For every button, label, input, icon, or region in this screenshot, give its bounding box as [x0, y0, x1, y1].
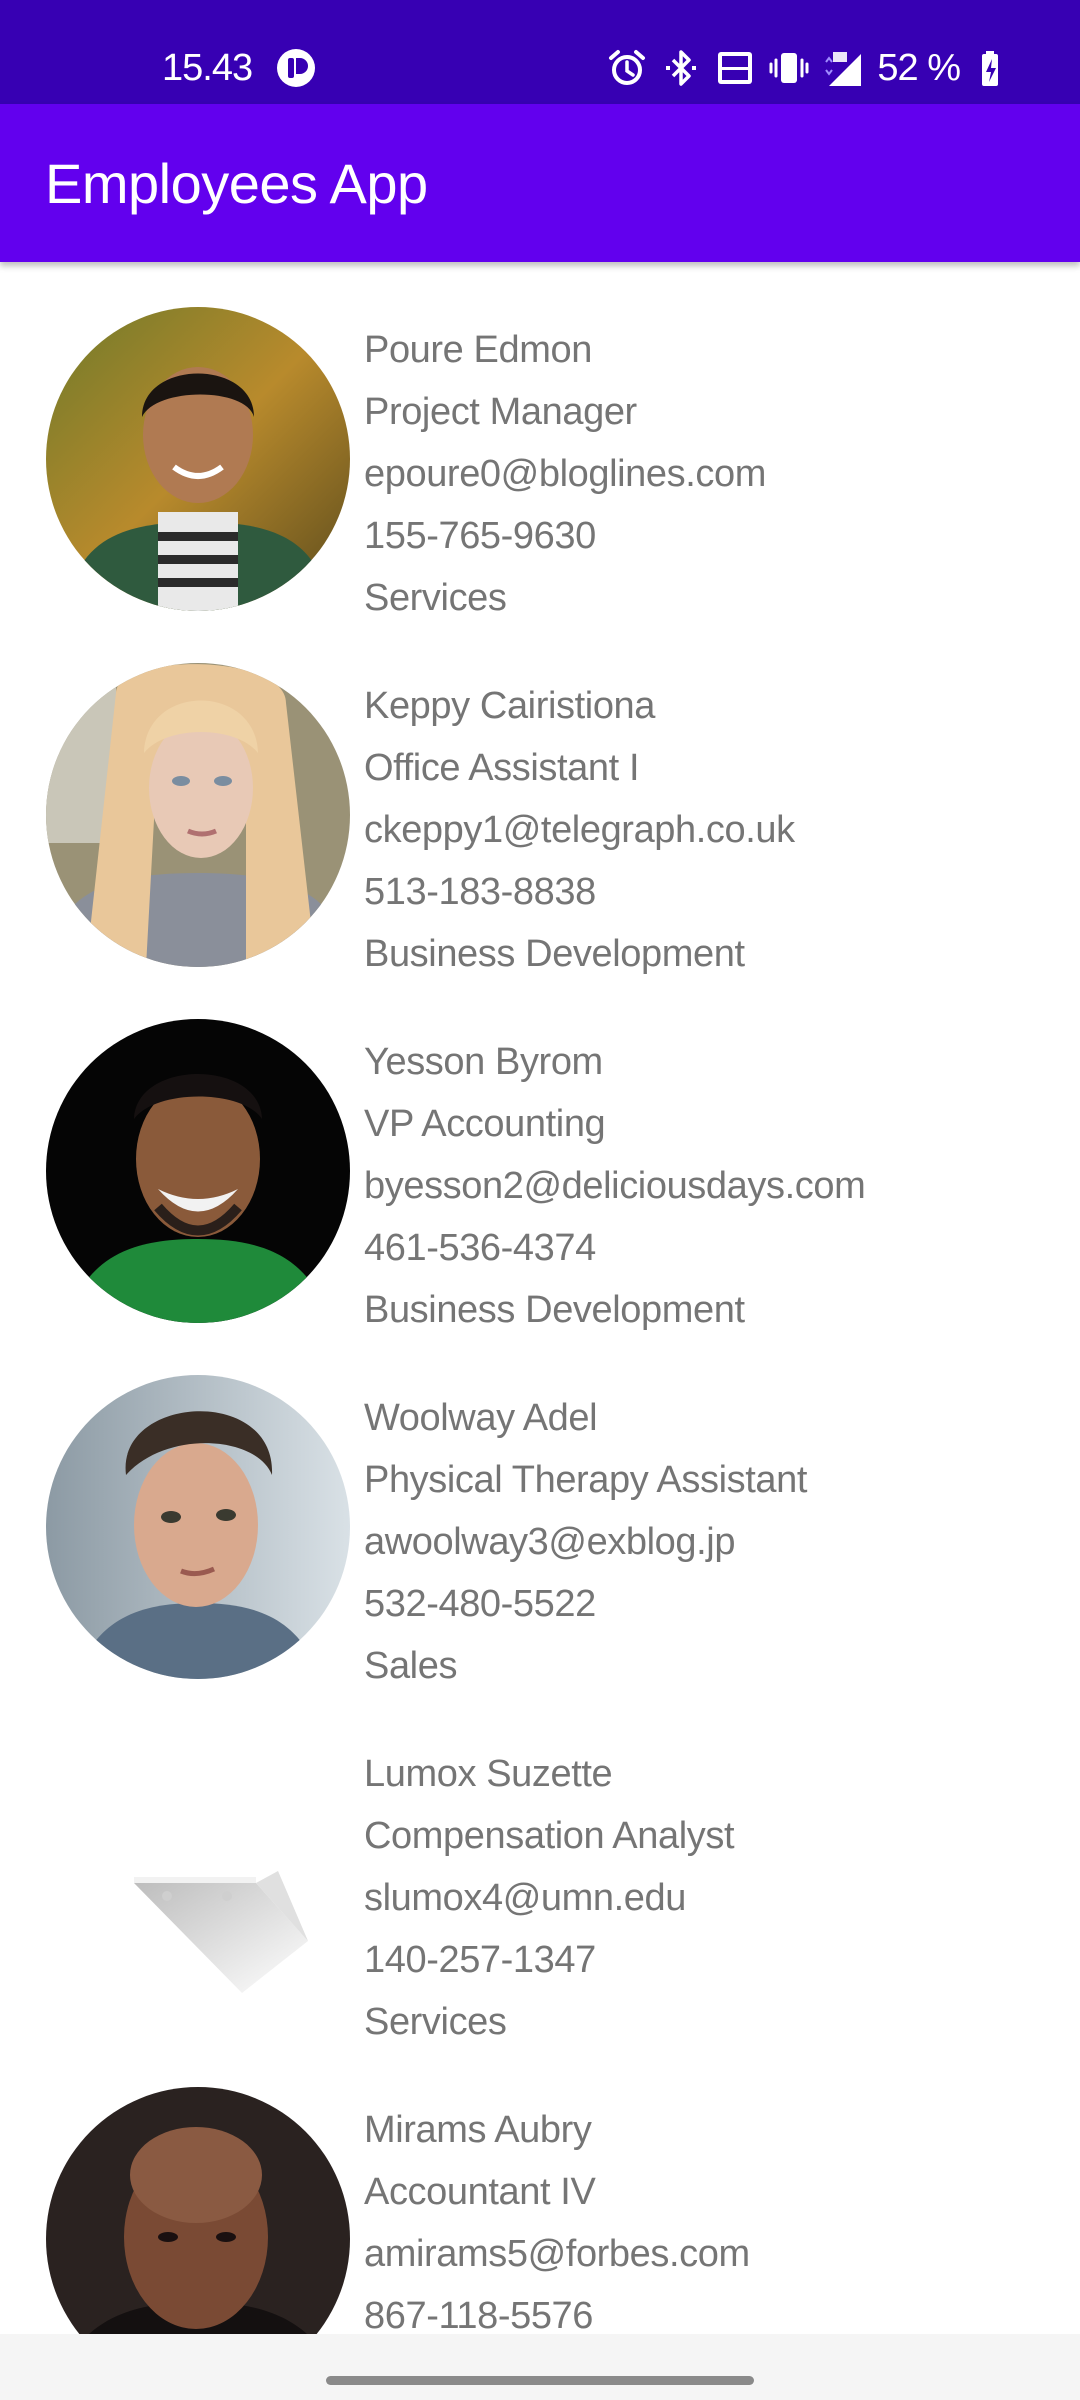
employee-phone: 155-765-9630: [364, 515, 596, 557]
employee-item[interactable]: Woolway Adel Physical Therapy Assistant …: [0, 1330, 1080, 1687]
employee-avatar: [46, 663, 350, 967]
employee-name: Yesson Byrom: [364, 1041, 603, 1083]
employee-details: Poure Edmon Project Manager epoure0@blog…: [364, 319, 766, 629]
employee-name: Keppy Cairistiona: [364, 685, 656, 727]
employee-name: Woolway Adel: [364, 1397, 598, 1439]
employee-phone: 867-118-5576: [364, 2295, 594, 2334]
employee-details: Mirams Aubry Accountant IV amirams5@forb…: [364, 2099, 750, 2334]
employee-email: ckeppy1@telegraph.co.uk: [364, 809, 795, 851]
navigation-bar: [0, 2334, 1080, 2400]
volte-icon: [718, 52, 753, 84]
notification-icon: [277, 49, 315, 87]
employee-name: Mirams Aubry: [364, 2109, 592, 2151]
employee-item[interactable]: Mirams Aubry Accountant IV amirams5@forb…: [0, 2042, 1080, 2334]
employee-phone: 532-480-5522: [364, 1583, 596, 1625]
app-title: Employees App: [45, 152, 428, 215]
employee-email: amirams5@forbes.com: [364, 2233, 750, 2275]
employee-email: byesson2@deliciousdays.com: [364, 1165, 866, 1207]
image-placeholder-icon: [134, 1871, 308, 1993]
home-gesture-handle[interactable]: [326, 2376, 754, 2385]
employee-item[interactable]: Lumox Suzette Compensation Analyst slumo…: [0, 1686, 1080, 2043]
employee-avatar: [46, 2087, 350, 2334]
employee-details: Yesson Byrom VP Accounting byesson2@deli…: [364, 1031, 866, 1341]
alarm-icon: [609, 50, 646, 85]
employee-details: Keppy Cairistiona Office Assistant I cke…: [364, 675, 795, 985]
bluetooth-icon: [666, 50, 697, 86]
battery-percent: 52 %: [877, 47, 961, 89]
employee-title: Compensation Analyst: [364, 1815, 735, 1857]
employee-item[interactable]: Poure Edmon Project Manager epoure0@blog…: [0, 262, 1080, 619]
employee-details: Woolway Adel Physical Therapy Assistant …: [364, 1387, 807, 1697]
employee-avatar: [46, 307, 350, 611]
employee-avatar: [46, 1019, 350, 1323]
status-time: 15.43: [162, 47, 253, 89]
signal-4g-icon: [825, 52, 862, 86]
employee-title: Physical Therapy Assistant: [364, 1459, 808, 1501]
employee-name: Lumox Suzette: [364, 1753, 613, 1795]
employee-list[interactable]: Poure Edmon Project Manager epoure0@blog…: [0, 262, 1080, 2334]
employee-avatar: [46, 1375, 350, 1679]
status-icons: 52 %: [607, 44, 1014, 92]
employee-email: slumox4@umn.edu: [364, 1877, 686, 1919]
employee-title: Office Assistant I: [364, 747, 640, 789]
employee-email: epoure0@bloglines.com: [364, 453, 766, 495]
vibrate-icon: [769, 53, 809, 83]
employee-item[interactable]: Yesson Byrom VP Accounting byesson2@deli…: [0, 974, 1080, 1331]
employee-phone: 140-257-1347: [364, 1939, 596, 1981]
employee-item[interactable]: Keppy Cairistiona Office Assistant I cke…: [0, 618, 1080, 975]
employee-title: Accountant IV: [364, 2171, 596, 2213]
employee-phone: 513-183-8838: [364, 871, 596, 913]
battery-charging-icon: [982, 51, 998, 86]
app-bar: Employees App: [0, 104, 1080, 262]
employee-details: Lumox Suzette Compensation Analyst slumo…: [364, 1743, 735, 2053]
status-bar: 15.43 52 %: [0, 0, 1080, 104]
employee-title: VP Accounting: [364, 1103, 606, 1145]
employee-email: awoolway3@exblog.jp: [364, 1521, 736, 1563]
employee-title: Project Manager: [364, 391, 637, 433]
employee-name: Poure Edmon: [364, 329, 592, 371]
employee-phone: 461-536-4374: [364, 1227, 596, 1269]
